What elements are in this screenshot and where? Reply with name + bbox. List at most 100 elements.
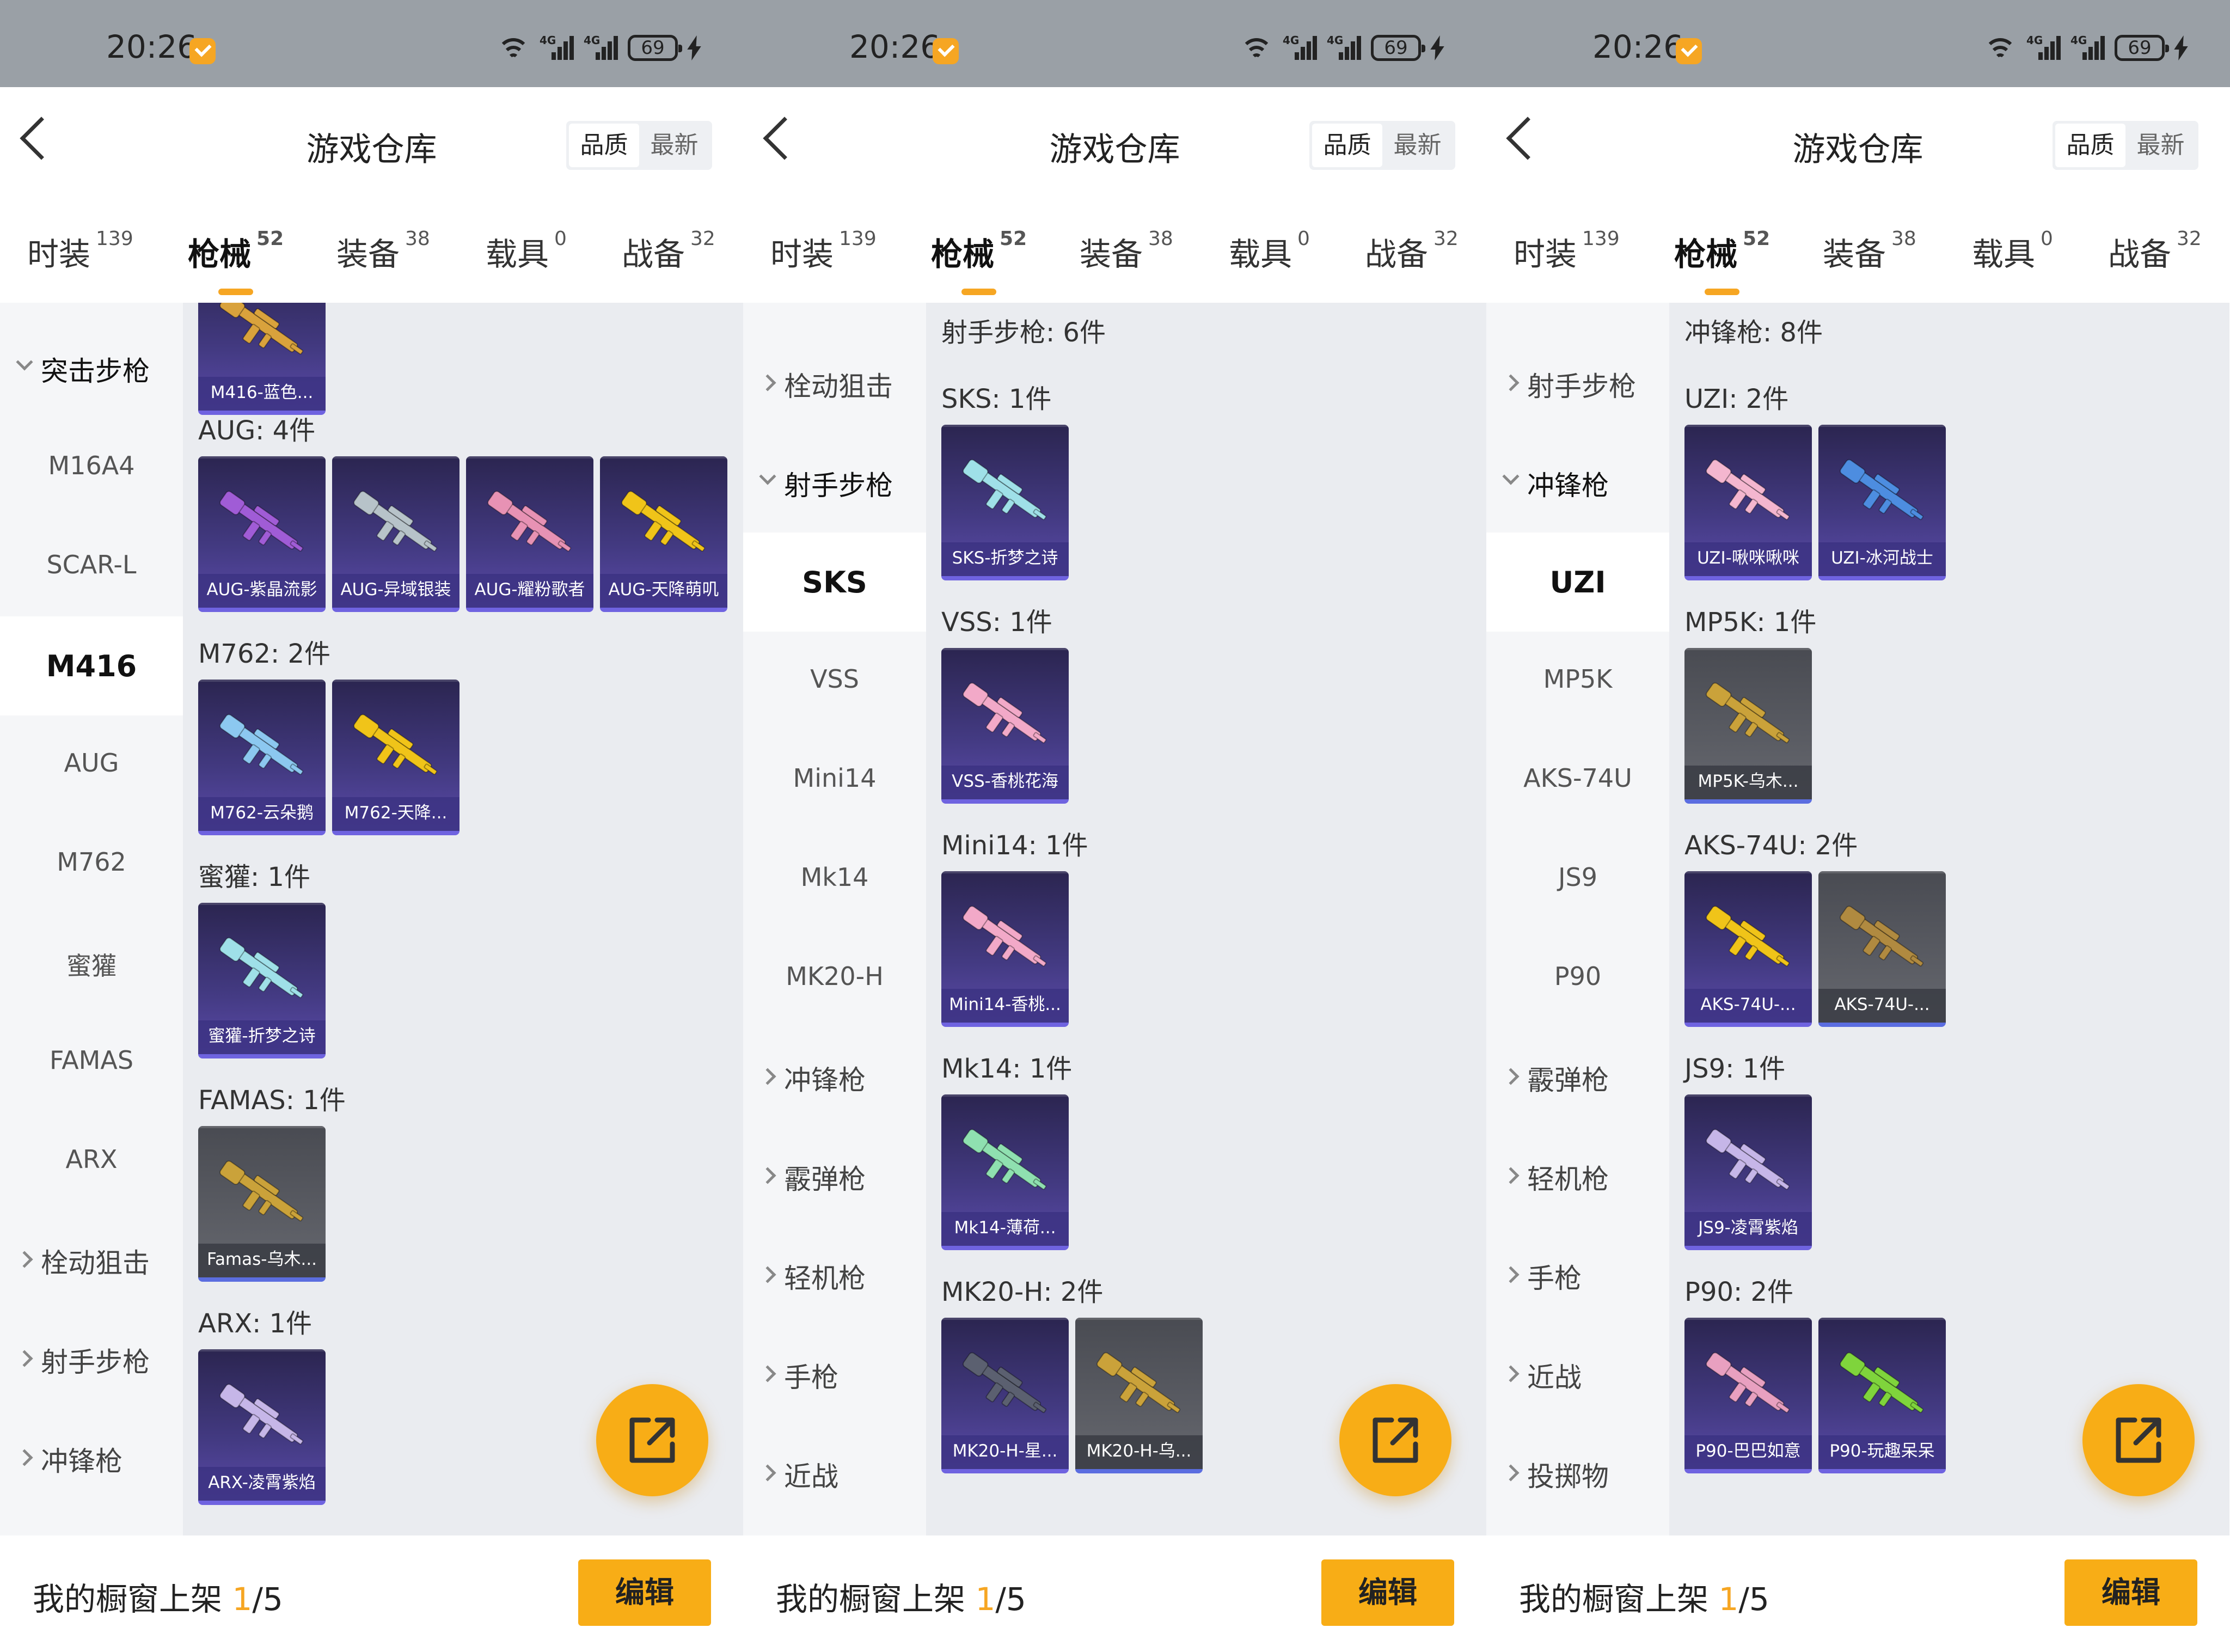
item-card[interactable]: MP5K-乌木... <box>1684 648 1812 804</box>
sidebar-category[interactable]: 栓动狙击 <box>0 1211 183 1310</box>
item-card[interactable]: Famas-乌木... <box>198 1126 326 1282</box>
sidebar-category[interactable]: 栓动狙击 <box>1486 303 1669 334</box>
item-card[interactable]: SKS-折梦之诗 <box>941 425 1069 580</box>
sidebar-subitem[interactable]: MP5K <box>1486 632 1669 731</box>
item-card[interactable]: AUG-异域银装 <box>332 456 460 612</box>
sidebar-subitem[interactable]: M762 <box>0 815 183 914</box>
sort-quality-button[interactable]: 品质 <box>2055 124 2125 167</box>
sidebar-subitem[interactable]: SCAR-L <box>0 517 183 616</box>
sort-newest-button[interactable]: 最新 <box>2125 124 2196 167</box>
item-card[interactable]: Mini14-香桃... <box>941 871 1069 1027</box>
item-card[interactable]: AUG-耀粉歌者 <box>466 456 593 612</box>
tab-1[interactable]: 时装 139 <box>770 228 877 274</box>
item-card[interactable]: M762-天降... <box>332 680 460 835</box>
item-card[interactable]: ARX-凌霄紫焰 <box>198 1349 326 1505</box>
sidebar-subitem[interactable]: UZI <box>1486 533 1669 632</box>
tab-count: 32 <box>2177 228 2202 250</box>
item-card[interactable]: AKS-74U-... <box>1818 871 1946 1027</box>
sidebar-category[interactable]: 手枪 <box>1486 1226 1669 1325</box>
group-title: P90: 2件 <box>1684 1277 1793 1307</box>
sidebar-category[interactable]: 轻机枪 <box>1486 1127 1669 1226</box>
sidebar-category[interactable]: 霰弹枪 <box>1486 1028 1669 1127</box>
sidebar-category[interactable]: 近战 <box>1486 1325 1669 1424</box>
tab-2[interactable]: 枪械 52 <box>188 228 284 295</box>
item-card[interactable]: 蜜獾-折梦之诗 <box>198 903 326 1058</box>
tab-1[interactable]: 时装 139 <box>1514 228 1620 274</box>
edit-button[interactable]: 编辑 <box>2064 1559 2197 1626</box>
tab-label: 载具 <box>1229 236 1292 273</box>
sort-toggle[interactable]: 品质 最新 <box>566 121 712 170</box>
share-fab-button[interactable] <box>1339 1384 1451 1496</box>
sidebar-subitem[interactable]: M16A4 <box>0 418 183 517</box>
card-edge <box>941 648 1069 650</box>
sidebar-category[interactable]: 近战 <box>743 1424 926 1523</box>
share-fab-button[interactable] <box>596 1384 708 1496</box>
sidebar-subitem[interactable]: VSS <box>743 632 926 731</box>
sidebar-category[interactable]: 冲锋枪 <box>0 1409 183 1508</box>
sidebar-subitem[interactable]: FAMAS <box>0 1013 183 1112</box>
tab-4[interactable]: 载具 0 <box>1972 228 2053 274</box>
sidebar-subitem[interactable]: MK20-H <box>743 929 926 1028</box>
sidebar-subitem[interactable]: P90 <box>1486 929 1669 1028</box>
tab-5[interactable]: 战备 32 <box>622 228 715 274</box>
tab-5[interactable]: 战备 32 <box>1365 228 1459 274</box>
sort-newest-button[interactable]: 最新 <box>639 124 709 167</box>
sidebar-subitem[interactable]: ARX <box>0 1112 183 1211</box>
sidebar-category[interactable]: 栓动狙击 <box>743 334 926 433</box>
sidebar-subitem[interactable]: Mk14 <box>743 830 926 929</box>
sidebar-subitem[interactable]: 蜜獾 <box>0 914 183 1013</box>
sidebar-category[interactable]: 霰弹枪 <box>743 1127 926 1226</box>
item-card[interactable]: AUG-天降萌叽 <box>600 456 727 612</box>
item-card[interactable]: M416-蓝色... <box>198 303 326 415</box>
tab-2[interactable]: 枪械 52 <box>1674 228 1770 295</box>
sort-newest-button[interactable]: 最新 <box>1382 124 1453 167</box>
item-card[interactable]: AKS-74U-... <box>1684 871 1812 1027</box>
tab-5[interactable]: 战备 32 <box>2108 228 2202 274</box>
item-card[interactable]: MK20-H-乌... <box>1075 1318 1203 1473</box>
sort-quality-button[interactable]: 品质 <box>569 124 639 167</box>
sidebar-category[interactable]: 投掷物 <box>1486 1424 1669 1523</box>
sidebar-subitem[interactable]: SKS <box>743 533 926 632</box>
tab-4[interactable]: 载具 0 <box>486 228 567 274</box>
sidebar-subitem[interactable]: AKS-74U <box>1486 731 1669 830</box>
item-card[interactable]: MK20-H-星... <box>941 1318 1069 1473</box>
item-card[interactable]: P90-巴巴如意 <box>1684 1318 1812 1473</box>
card-edge <box>198 1126 326 1128</box>
share-fab-button[interactable] <box>2082 1384 2195 1496</box>
sidebar-category[interactable]: 霰弹枪 <box>0 1508 183 1535</box>
sidebar-subitem[interactable]: AUG <box>0 715 183 815</box>
sort-toggle[interactable]: 品质 最新 <box>2053 121 2198 170</box>
item-card[interactable]: UZI-冰河战士 <box>1818 425 1946 580</box>
sidebar-category[interactable]: 突击步枪 <box>743 303 926 334</box>
item-card[interactable]: Mk14-薄荷... <box>941 1094 1069 1250</box>
tab-4[interactable]: 载具 0 <box>1229 228 1310 274</box>
sidebar-category[interactable]: 轻机枪 <box>743 1226 926 1325</box>
sidebar-category[interactable]: 冲锋枪 <box>1486 433 1669 533</box>
item-card[interactable]: P90-玩趣呆呆 <box>1818 1318 1946 1473</box>
sidebar-category[interactable]: 手枪 <box>743 1325 926 1424</box>
sidebar-subitem[interactable]: JS9 <box>1486 830 1669 929</box>
tab-3[interactable]: 装备 38 <box>336 228 430 274</box>
edit-button[interactable]: 编辑 <box>578 1559 711 1626</box>
tab-2[interactable]: 枪械 52 <box>931 228 1027 295</box>
sidebar-category[interactable]: 突击步枪 <box>0 319 183 418</box>
sidebar-category[interactable]: 冲锋枪 <box>743 1028 926 1127</box>
item-card[interactable]: AUG-紫晶流影 <box>198 456 326 612</box>
item-card[interactable]: JS9-凌霄紫焰 <box>1684 1094 1812 1250</box>
sidebar-category[interactable]: 射手步枪 <box>1486 334 1669 433</box>
edit-button[interactable]: 编辑 <box>1321 1559 1454 1626</box>
tab-3[interactable]: 装备 38 <box>1823 228 1916 274</box>
tab-3[interactable]: 装备 38 <box>1080 228 1173 274</box>
sort-quality-button[interactable]: 品质 <box>1312 124 1382 167</box>
card-edge <box>1818 1318 1946 1320</box>
sidebar-subitem[interactable]: Mini14 <box>743 731 926 830</box>
tab-1[interactable]: 时装 139 <box>27 228 133 274</box>
sort-toggle[interactable]: 品质 最新 <box>1309 121 1455 170</box>
item-card[interactable]: UZI-啾咪啾咪 <box>1684 425 1812 580</box>
item-card[interactable]: VSS-香桃花海 <box>941 648 1069 804</box>
sidebar-subitem[interactable]: M416 <box>0 616 183 715</box>
item-card[interactable]: M762-云朵鹅 <box>198 680 326 835</box>
bottom-bar: 我的橱窗上架 1/5 编辑 <box>743 1535 1486 1652</box>
sidebar-category[interactable]: 射手步枪 <box>743 433 926 533</box>
sidebar-category[interactable]: 射手步枪 <box>0 1310 183 1409</box>
